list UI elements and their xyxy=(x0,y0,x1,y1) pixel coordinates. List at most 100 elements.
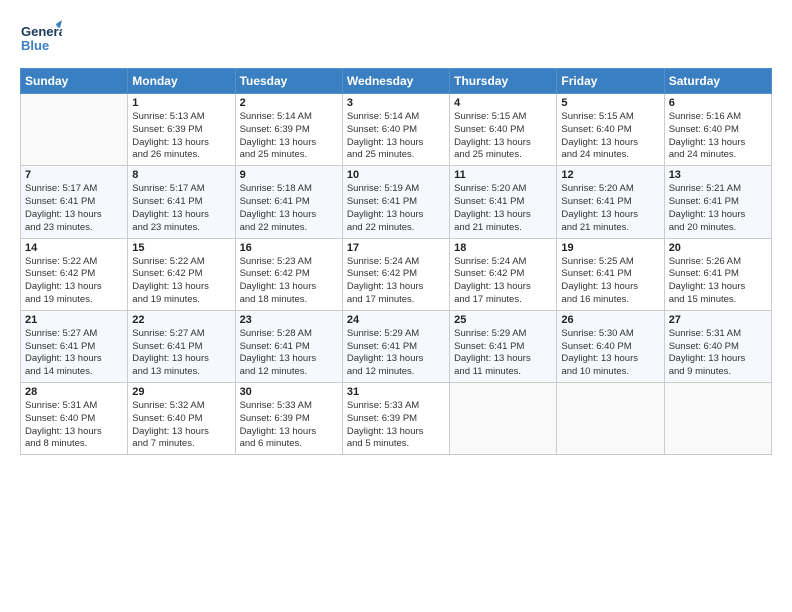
day-info: Sunrise: 5:17 AMSunset: 6:41 PMDaylight:… xyxy=(132,183,230,234)
header-saturday: Saturday xyxy=(664,69,771,94)
day-number: 3 xyxy=(347,97,445,109)
header-friday: Friday xyxy=(557,69,664,94)
cell-week5-day4 xyxy=(450,383,557,455)
logo: General Blue xyxy=(20,18,62,60)
day-number: 5 xyxy=(561,97,659,109)
cell-week2-day5: 12 Sunrise: 5:20 AMSunset: 6:41 PMDayligh… xyxy=(557,166,664,238)
cell-week3-day5: 19Sunrise: 5:25 AMSunset: 6:41 PMDayligh… xyxy=(557,238,664,310)
day-number: 18 xyxy=(454,242,552,254)
svg-text:Blue: Blue xyxy=(21,38,49,53)
day-number: 8 xyxy=(132,169,230,181)
cell-week1-day3: 3Sunrise: 5:14 AMSunset: 6:40 PMDaylight… xyxy=(342,94,449,166)
cell-week2-day4: 11Sunrise: 5:20 AMSunset: 6:41 PMDayligh… xyxy=(450,166,557,238)
day-number: 4 xyxy=(454,97,552,109)
day-number: 21 xyxy=(25,314,123,326)
cell-week1-day2: 2Sunrise: 5:14 AMSunset: 6:39 PMDaylight… xyxy=(235,94,342,166)
cell-week1-day5: 5 Sunrise: 5:15 AMSunset: 6:40 PMDaylight… xyxy=(557,94,664,166)
cell-week1-day1: 1 Sunrise: 5:13 AMSunset: 6:39 PMDaylight… xyxy=(128,94,235,166)
day-info: Sunrise: 5:32 AMSunset: 6:40 PMDaylight:… xyxy=(132,400,230,451)
day-info: Sunrise: 5:29 AMSunset: 6:41 PMDaylight:… xyxy=(454,328,552,379)
cell-week3-day6: 20Sunrise: 5:26 AMSunset: 6:41 PMDayligh… xyxy=(664,238,771,310)
cell-week5-day1: 29 Sunrise: 5:32 AMSunset: 6:40 PMDayligh… xyxy=(128,383,235,455)
day-number: 22 xyxy=(132,314,230,326)
day-number: 12 xyxy=(561,169,659,181)
header: General Blue xyxy=(20,18,772,60)
day-info: Sunrise: 5:31 AMSunset: 6:40 PMDaylight:… xyxy=(25,400,123,451)
day-info: Sunrise: 5:20 AMSunset: 6:41 PMDaylight:… xyxy=(561,183,659,234)
header-thursday: Thursday xyxy=(450,69,557,94)
day-info: Sunrise: 5:27 AMSunset: 6:41 PMDaylight:… xyxy=(132,328,230,379)
day-info: Sunrise: 5:25 AMSunset: 6:41 PMDaylight:… xyxy=(561,256,659,307)
svg-text:General: General xyxy=(21,24,62,39)
cell-week1-day6: 6 Sunrise: 5:16 AMSunset: 6:40 PMDaylight… xyxy=(664,94,771,166)
cell-week3-day4: 18 Sunrise: 5:24 AMSunset: 6:42 PMDayligh… xyxy=(450,238,557,310)
day-info: Sunrise: 5:27 AMSunset: 6:41 PMDaylight:… xyxy=(25,328,123,379)
cell-week5-day6 xyxy=(664,383,771,455)
cell-week4-day0: 21 Sunrise: 5:27 AMSunset: 6:41 PMDayligh… xyxy=(21,310,128,382)
day-info: Sunrise: 5:33 AMSunset: 6:39 PMDaylight:… xyxy=(347,400,445,451)
day-number: 23 xyxy=(240,314,338,326)
day-info: Sunrise: 5:22 AMSunset: 6:42 PMDaylight:… xyxy=(25,256,123,307)
cell-week1-day0 xyxy=(21,94,128,166)
day-info: Sunrise: 5:21 AMSunset: 6:41 PMDaylight:… xyxy=(669,183,767,234)
header-monday: Monday xyxy=(128,69,235,94)
cell-week4-day2: 23 Sunrise: 5:28 AMSunset: 6:41 PMDayligh… xyxy=(235,310,342,382)
cell-week3-day2: 16Sunrise: 5:23 AMSunset: 6:42 PMDayligh… xyxy=(235,238,342,310)
day-number: 24 xyxy=(347,314,445,326)
day-info: Sunrise: 5:28 AMSunset: 6:41 PMDaylight:… xyxy=(240,328,338,379)
day-info: Sunrise: 5:24 AMSunset: 6:42 PMDaylight:… xyxy=(454,256,552,307)
day-number: 17 xyxy=(347,242,445,254)
day-info: Sunrise: 5:18 AMSunset: 6:41 PMDaylight:… xyxy=(240,183,338,234)
day-number: 11 xyxy=(454,169,552,181)
cell-week3-day1: 15 Sunrise: 5:22 AMSunset: 6:42 PMDayligh… xyxy=(128,238,235,310)
cell-week2-day3: 10 Sunrise: 5:19 AMSunset: 6:41 PMDayligh… xyxy=(342,166,449,238)
day-number: 7 xyxy=(25,169,123,181)
day-number: 14 xyxy=(25,242,123,254)
day-info: Sunrise: 5:15 AMSunset: 6:40 PMDaylight:… xyxy=(561,111,659,162)
cell-week4-day3: 24Sunrise: 5:29 AMSunset: 6:41 PMDayligh… xyxy=(342,310,449,382)
week-row-5: 28Sunrise: 5:31 AMSunset: 6:40 PMDayligh… xyxy=(21,383,772,455)
day-number: 15 xyxy=(132,242,230,254)
day-number: 6 xyxy=(669,97,767,109)
day-number: 1 xyxy=(132,97,230,109)
logo-svg: General Blue xyxy=(20,18,62,60)
day-info: Sunrise: 5:24 AMSunset: 6:42 PMDaylight:… xyxy=(347,256,445,307)
day-info: Sunrise: 5:26 AMSunset: 6:41 PMDaylight:… xyxy=(669,256,767,307)
day-info: Sunrise: 5:19 AMSunset: 6:41 PMDaylight:… xyxy=(347,183,445,234)
day-info: Sunrise: 5:15 AMSunset: 6:40 PMDaylight:… xyxy=(454,111,552,162)
day-info: Sunrise: 5:31 AMSunset: 6:40 PMDaylight:… xyxy=(669,328,767,379)
cell-week3-day3: 17 Sunrise: 5:24 AMSunset: 6:42 PMDayligh… xyxy=(342,238,449,310)
day-info: Sunrise: 5:30 AMSunset: 6:40 PMDaylight:… xyxy=(561,328,659,379)
cell-week3-day0: 14 Sunrise: 5:22 AMSunset: 6:42 PMDayligh… xyxy=(21,238,128,310)
header-tuesday: Tuesday xyxy=(235,69,342,94)
day-number: 26 xyxy=(561,314,659,326)
day-info: Sunrise: 5:13 AMSunset: 6:39 PMDaylight:… xyxy=(132,111,230,162)
cell-week2-day0: 7Sunrise: 5:17 AMSunset: 6:41 PMDaylight… xyxy=(21,166,128,238)
day-number: 29 xyxy=(132,386,230,398)
cell-week2-day1: 8 Sunrise: 5:17 AMSunset: 6:41 PMDaylight… xyxy=(128,166,235,238)
cell-week4-day6: 27Sunrise: 5:31 AMSunset: 6:40 PMDayligh… xyxy=(664,310,771,382)
header-sunday: Sunday xyxy=(21,69,128,94)
day-number: 16 xyxy=(240,242,338,254)
day-info: Sunrise: 5:14 AMSunset: 6:39 PMDaylight:… xyxy=(240,111,338,162)
day-number: 31 xyxy=(347,386,445,398)
calendar-page: General Blue SundayMondayTuesdayWednesda… xyxy=(0,0,792,612)
cell-week2-day2: 9 Sunrise: 5:18 AMSunset: 6:41 PMDaylight… xyxy=(235,166,342,238)
cell-week5-day2: 30 Sunrise: 5:33 AMSunset: 6:39 PMDayligh… xyxy=(235,383,342,455)
day-info: Sunrise: 5:16 AMSunset: 6:40 PMDaylight:… xyxy=(669,111,767,162)
day-info: Sunrise: 5:22 AMSunset: 6:42 PMDaylight:… xyxy=(132,256,230,307)
day-number: 30 xyxy=(240,386,338,398)
cell-week4-day5: 26 Sunrise: 5:30 AMSunset: 6:40 PMDayligh… xyxy=(557,310,664,382)
cell-week4-day4: 25 Sunrise: 5:29 AMSunset: 6:41 PMDayligh… xyxy=(450,310,557,382)
cell-week2-day6: 13 Sunrise: 5:21 AMSunset: 6:41 PMDayligh… xyxy=(664,166,771,238)
day-info: Sunrise: 5:33 AMSunset: 6:39 PMDaylight:… xyxy=(240,400,338,451)
header-wednesday: Wednesday xyxy=(342,69,449,94)
cell-week5-day0: 28Sunrise: 5:31 AMSunset: 6:40 PMDayligh… xyxy=(21,383,128,455)
calendar-table: SundayMondayTuesdayWednesdayThursdayFrid… xyxy=(20,68,772,455)
day-number: 13 xyxy=(669,169,767,181)
week-row-1: 1 Sunrise: 5:13 AMSunset: 6:39 PMDaylight… xyxy=(21,94,772,166)
day-number: 10 xyxy=(347,169,445,181)
cell-week5-day3: 31 Sunrise: 5:33 AMSunset: 6:39 PMDayligh… xyxy=(342,383,449,455)
day-number: 9 xyxy=(240,169,338,181)
day-number: 25 xyxy=(454,314,552,326)
